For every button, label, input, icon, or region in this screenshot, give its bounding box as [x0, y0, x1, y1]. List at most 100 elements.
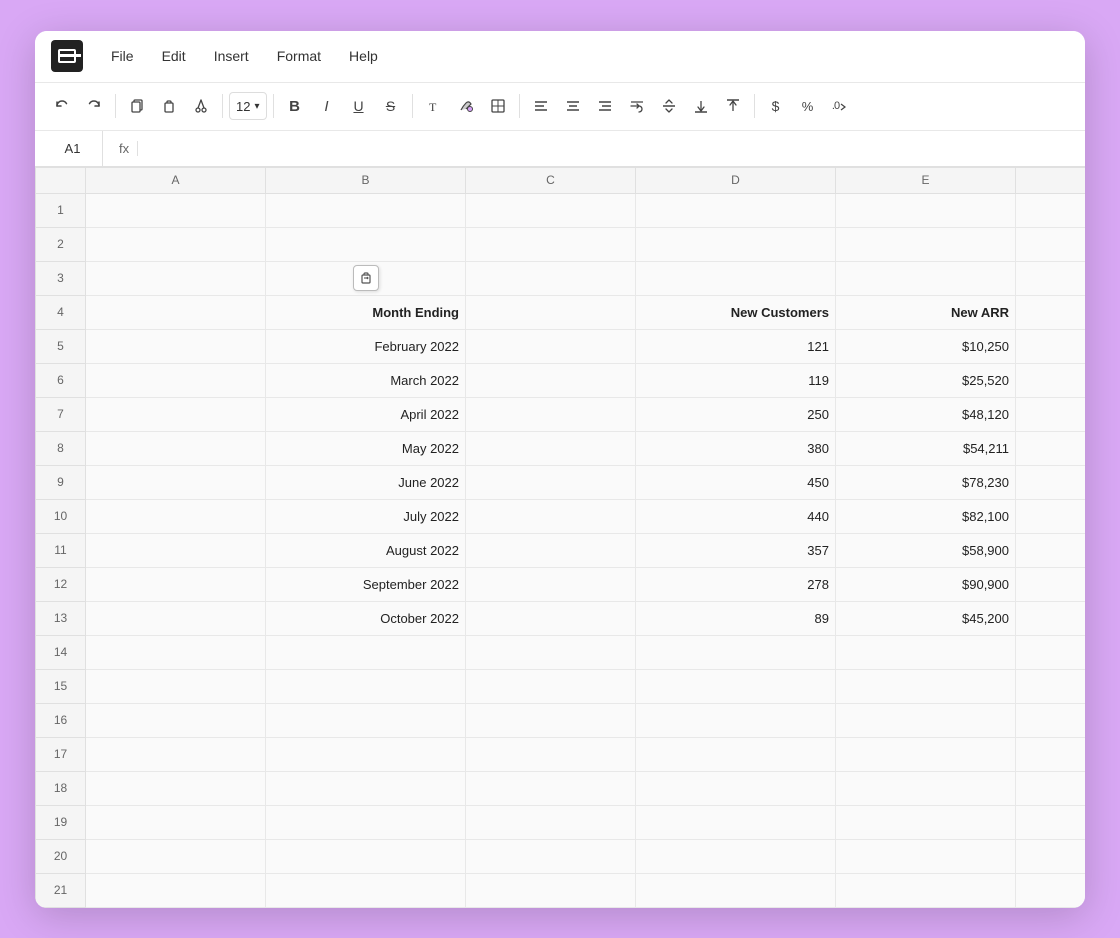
cell-f14[interactable] [1016, 635, 1086, 669]
cell-f5[interactable] [1016, 329, 1086, 363]
cell-d21[interactable] [636, 873, 836, 907]
cell-c3[interactable] [466, 261, 636, 295]
font-size-select[interactable]: 12 ▾ [229, 92, 267, 120]
cell-d3[interactable] [636, 261, 836, 295]
cell-c11[interactable] [466, 533, 636, 567]
row-header-18[interactable]: 18 [36, 771, 86, 805]
cell-c2[interactable] [466, 227, 636, 261]
cell-e18[interactable] [836, 771, 1016, 805]
cell-f10[interactable] [1016, 499, 1086, 533]
row-header-2[interactable]: 2 [36, 227, 86, 261]
valign-bottom-button[interactable] [686, 91, 716, 121]
cell-a1[interactable] [86, 193, 266, 227]
fill-color-button[interactable] [451, 91, 481, 121]
strikethrough-button[interactable]: S [376, 91, 406, 121]
cell-d13[interactable]: 89 [636, 601, 836, 635]
row-header-12[interactable]: 12 [36, 567, 86, 601]
valign-middle-button[interactable] [654, 91, 684, 121]
row-header-14[interactable]: 14 [36, 635, 86, 669]
cell-b7[interactable]: April 2022 [266, 397, 466, 431]
cell-c13[interactable] [466, 601, 636, 635]
cell-f19[interactable] [1016, 805, 1086, 839]
cell-e16[interactable] [836, 703, 1016, 737]
row-header-21[interactable]: 21 [36, 873, 86, 907]
cell-a10[interactable] [86, 499, 266, 533]
cell-c8[interactable] [466, 431, 636, 465]
col-header-c[interactable]: C [466, 167, 636, 193]
valign-top-button[interactable] [718, 91, 748, 121]
cell-d8[interactable]: 380 [636, 431, 836, 465]
cell-c20[interactable] [466, 839, 636, 873]
cell-c17[interactable] [466, 737, 636, 771]
cell-f6[interactable] [1016, 363, 1086, 397]
row-header-10[interactable]: 10 [36, 499, 86, 533]
cell-b15[interactable] [266, 669, 466, 703]
cell-c4[interactable] [466, 295, 636, 329]
cell-b14[interactable] [266, 635, 466, 669]
cell-f21[interactable] [1016, 873, 1086, 907]
cell-a4[interactable] [86, 295, 266, 329]
cell-f4[interactable]: Cancelle... [1016, 295, 1086, 329]
cell-a20[interactable] [86, 839, 266, 873]
cell-e20[interactable] [836, 839, 1016, 873]
row-header-6[interactable]: 6 [36, 363, 86, 397]
cell-b5[interactable]: February 2022 [266, 329, 466, 363]
cell-a17[interactable] [86, 737, 266, 771]
cell-b4[interactable]: Month Ending [266, 295, 466, 329]
cell-e19[interactable] [836, 805, 1016, 839]
cell-a11[interactable] [86, 533, 266, 567]
menu-file[interactable]: File [99, 42, 146, 70]
cell-a14[interactable] [86, 635, 266, 669]
borders-button[interactable] [483, 91, 513, 121]
cell-d7[interactable]: 250 [636, 397, 836, 431]
align-center-button[interactable] [558, 91, 588, 121]
cell-a6[interactable] [86, 363, 266, 397]
text-format-button[interactable]: T [419, 91, 449, 121]
cell-d14[interactable] [636, 635, 836, 669]
row-header-8[interactable]: 8 [36, 431, 86, 465]
copy-button[interactable] [122, 91, 152, 121]
wrap-button[interactable] [622, 91, 652, 121]
cell-b3[interactable] [266, 261, 466, 295]
cell-c5[interactable] [466, 329, 636, 363]
row-header-5[interactable]: 5 [36, 329, 86, 363]
cell-e5[interactable]: $10,250 [836, 329, 1016, 363]
cell-b1[interactable] [266, 193, 466, 227]
currency-button[interactable]: $ [761, 91, 791, 121]
cell-f9[interactable] [1016, 465, 1086, 499]
cell-a19[interactable] [86, 805, 266, 839]
cell-b8[interactable]: May 2022 [266, 431, 466, 465]
col-header-f[interactable]: F [1016, 167, 1086, 193]
cell-d9[interactable]: 450 [636, 465, 836, 499]
row-header-17[interactable]: 17 [36, 737, 86, 771]
cell-a8[interactable] [86, 431, 266, 465]
cell-d4[interactable]: New Customers [636, 295, 836, 329]
cell-b11[interactable]: August 2022 [266, 533, 466, 567]
cell-d19[interactable] [636, 805, 836, 839]
cell-a7[interactable] [86, 397, 266, 431]
align-right-button[interactable] [590, 91, 620, 121]
redo-button[interactable] [79, 91, 109, 121]
row-header-15[interactable]: 15 [36, 669, 86, 703]
cell-e17[interactable] [836, 737, 1016, 771]
col-header-a[interactable]: A [86, 167, 266, 193]
cell-a12[interactable] [86, 567, 266, 601]
cell-c15[interactable] [466, 669, 636, 703]
menu-insert[interactable]: Insert [202, 42, 261, 70]
row-header-4[interactable]: 4 [36, 295, 86, 329]
cell-b17[interactable] [266, 737, 466, 771]
cell-e14[interactable] [836, 635, 1016, 669]
cell-e21[interactable] [836, 873, 1016, 907]
cell-e9[interactable]: $78,230 [836, 465, 1016, 499]
cell-d5[interactable]: 121 [636, 329, 836, 363]
col-header-d[interactable]: D [636, 167, 836, 193]
cell-d11[interactable]: 357 [636, 533, 836, 567]
row-header-16[interactable]: 16 [36, 703, 86, 737]
cell-a18[interactable] [86, 771, 266, 805]
cell-a13[interactable] [86, 601, 266, 635]
cell-f18[interactable] [1016, 771, 1086, 805]
row-header-13[interactable]: 13 [36, 601, 86, 635]
italic-button[interactable]: I [312, 91, 342, 121]
cell-f2[interactable] [1016, 227, 1086, 261]
cell-b12[interactable]: September 2022 [266, 567, 466, 601]
